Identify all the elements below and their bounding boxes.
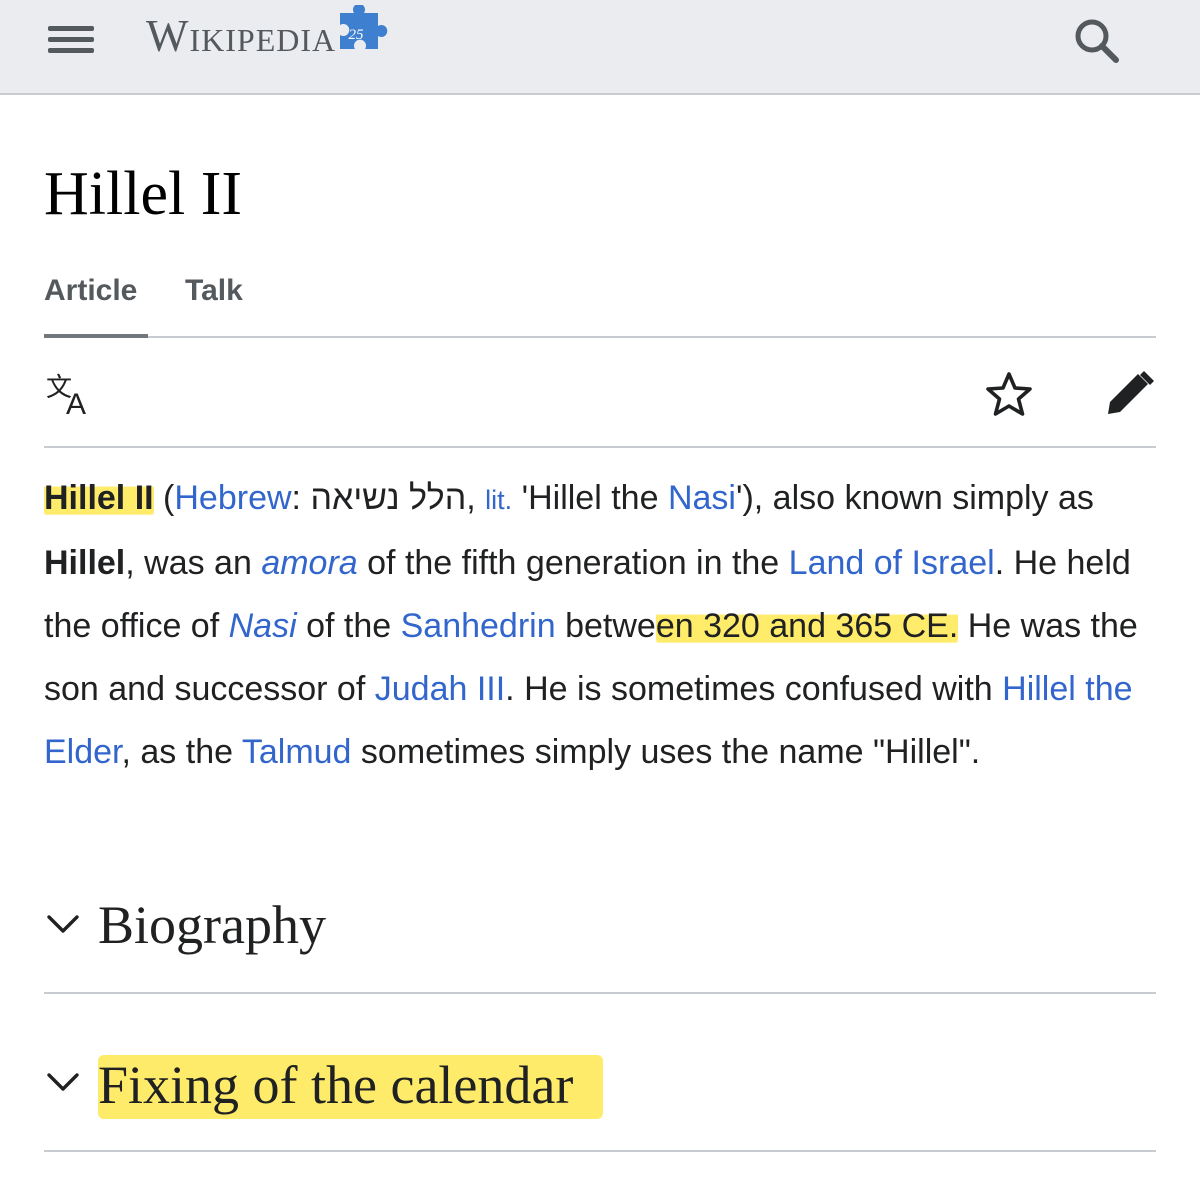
lead-paragraph: Hillel II (Hebrew: הלל נשיאה, lit. 'Hill… xyxy=(44,467,1158,784)
tab-talk[interactable]: Talk xyxy=(185,274,243,308)
hamburger-menu-icon[interactable] xyxy=(46,18,96,58)
page-title: Hillel II xyxy=(44,160,242,228)
link-talmud[interactable]: Talmud xyxy=(242,733,352,771)
section-fixing-of-the-calendar[interactable]: Fixing of the calendar xyxy=(44,1026,1156,1152)
page-tabs: Article Talk xyxy=(44,270,1156,338)
text: . He is sometimes confused with xyxy=(505,670,1003,708)
text: , as the xyxy=(121,733,242,771)
logo-wordmark: Wikipedia xyxy=(146,11,337,61)
tab-article[interactable]: Article xyxy=(44,274,137,308)
wikipedia-logo[interactable]: Wikipedia 25 xyxy=(146,5,392,66)
link-sanhedrin[interactable]: Sanhedrin xyxy=(401,607,556,645)
link-lit[interactable]: lit. xyxy=(485,485,512,515)
text: : xyxy=(291,479,311,517)
anniversary-puzzle-badge-icon: 25 xyxy=(340,5,388,49)
svg-text:A: A xyxy=(66,388,86,416)
bold-hillel: Hillel xyxy=(44,544,126,582)
link-nasi[interactable]: Nasi xyxy=(668,479,736,517)
text: '), also known simply as xyxy=(735,479,1094,517)
link-hebrew[interactable]: Hebrew xyxy=(174,479,291,517)
highlighted-dates: en 320 and 365 CE. xyxy=(655,607,959,645)
text: betwe xyxy=(555,607,656,645)
nasi-italic: Nasi xyxy=(228,607,297,645)
text: 'Hillel the xyxy=(512,479,668,517)
section-heading-calendar: Fixing of the calendar xyxy=(98,1050,604,1120)
text: , was an xyxy=(125,544,262,582)
text: sometimes simply uses the name "Hillel". xyxy=(351,733,981,771)
link-land-of-israel[interactable]: Land of Israel xyxy=(789,544,995,582)
chevron-down-icon xyxy=(47,915,79,933)
page-actions-toolbar: 文 A xyxy=(44,340,1156,448)
link-nasi-office[interactable]: Nasi xyxy=(229,607,297,645)
article-subject-name: Hillel II xyxy=(44,479,154,517)
highlighted-section-title: Fixing of the calendar xyxy=(98,1055,604,1119)
star-icon[interactable] xyxy=(984,370,1034,420)
badge-number: 25 xyxy=(349,27,365,43)
text: ( xyxy=(153,479,175,517)
selected-tab-indicator xyxy=(44,334,148,338)
section-biography[interactable]: Biography xyxy=(44,868,1156,994)
edit-pencil-icon[interactable] xyxy=(1104,368,1154,418)
link-judah-iii[interactable]: Judah III xyxy=(375,670,505,708)
text: , xyxy=(466,479,486,517)
amora-italic: amora xyxy=(261,544,358,582)
top-header: Wikipedia 25 xyxy=(0,0,1200,95)
hebrew-name: הלל נשיאה xyxy=(310,479,467,517)
search-icon[interactable] xyxy=(1070,14,1122,66)
section-heading-biography: Biography xyxy=(98,895,326,955)
text: of the fifth generation in the xyxy=(357,544,789,582)
language-icon[interactable]: 文 A xyxy=(46,370,98,416)
text: of the xyxy=(296,607,401,645)
link-amora[interactable]: amora xyxy=(261,544,357,582)
chevron-down-icon xyxy=(47,1073,79,1091)
